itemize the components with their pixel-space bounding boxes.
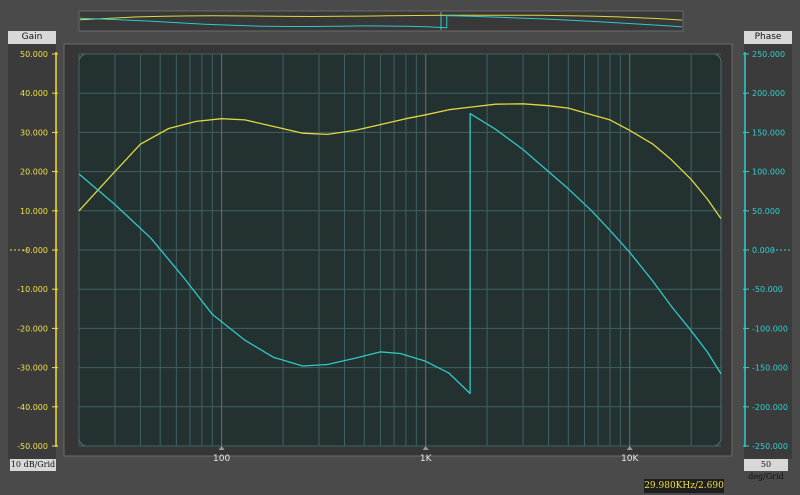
gain-tick-label: -30.000 <box>17 364 48 373</box>
phase-tick-label: -50.000 <box>752 285 783 294</box>
phase-tick-label: -250.000 <box>752 442 788 451</box>
phase-tick-label: 200.000 <box>752 89 785 98</box>
gain-tick-label: -40.000 <box>17 403 48 412</box>
gain-tick-label: 30.000 <box>20 128 48 137</box>
phase-tick-label: -200.000 <box>752 403 788 412</box>
x-tick-label: 100 <box>213 454 230 464</box>
gain-tick-label: -10.000 <box>17 285 48 294</box>
phase-tick-label: 50.000 <box>752 207 780 216</box>
x-tick-label: 10K <box>621 454 639 464</box>
phase-tick-label: 100.000 <box>752 168 785 177</box>
x-tick-label: 1K <box>420 454 433 464</box>
gain-tick-label: 10.000 <box>20 207 48 216</box>
phase-tick-label: -150.000 <box>752 364 788 373</box>
gain-tick-label: 50.000 <box>20 50 48 59</box>
gain-tick-label: 20.000 <box>20 168 48 177</box>
bode-chart[interactable]: 50.00040.00030.00020.00010.000-0.000-10.… <box>0 0 800 495</box>
phase-tick-label: 0.000 <box>752 246 775 255</box>
phase-tick-label: 250.000 <box>752 50 785 59</box>
gain-tick-label: -50.000 <box>17 442 48 451</box>
gain-tick-label: 40.000 <box>20 89 48 98</box>
phase-tick-label: -100.000 <box>752 324 788 333</box>
phase-tick-label: 150.000 <box>752 128 785 137</box>
gain-tick-label: -20.000 <box>17 324 48 333</box>
